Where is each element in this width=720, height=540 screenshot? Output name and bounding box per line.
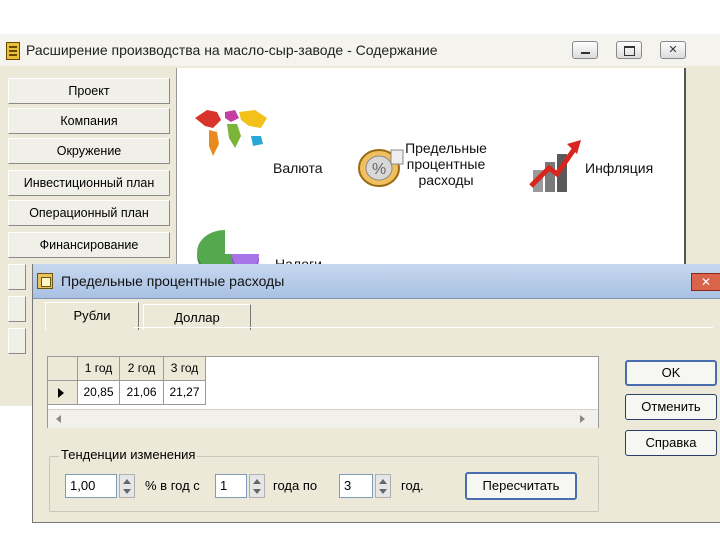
grid-header-year1[interactable]: 1 год bbox=[78, 357, 120, 381]
dialog-close-button[interactable]: ✕ bbox=[691, 273, 720, 291]
nav-item-company[interactable]: Компания bbox=[8, 108, 170, 134]
interest-dialog: Предельные процентные расходы ✕ Рубли До… bbox=[32, 264, 720, 523]
nav-item-project[interactable]: Проект bbox=[8, 78, 170, 104]
world-map-icon[interactable] bbox=[191, 104, 271, 160]
from-year-input[interactable]: 1 bbox=[215, 474, 247, 498]
tile-label-interest[interactable]: Предельные процентные расходы bbox=[401, 140, 491, 188]
tile-label-inflation[interactable]: Инфляция bbox=[585, 160, 653, 176]
ok-button[interactable]: OK bbox=[625, 360, 717, 386]
close-button[interactable] bbox=[660, 41, 686, 59]
dialog-title-bar: Предельные процентные расходы ✕ bbox=[33, 264, 720, 299]
main-title-bar: Расширение производства на масло-сыр-зав… bbox=[0, 34, 720, 66]
minimize-button[interactable] bbox=[572, 41, 598, 59]
nav-item-hidden-1[interactable] bbox=[8, 264, 26, 290]
tab-rubles[interactable]: Рубли bbox=[45, 302, 139, 330]
nav-item-financing[interactable]: Финансирование bbox=[8, 232, 170, 258]
grid-header-year2[interactable]: 2 год bbox=[120, 357, 164, 381]
coin-percent-icon[interactable]: % bbox=[357, 144, 407, 188]
scroll-left-icon[interactable] bbox=[56, 415, 61, 423]
from-year-label: года по bbox=[273, 478, 318, 493]
help-button[interactable]: Справка bbox=[625, 430, 717, 456]
tile-label-interest-line3: расходы bbox=[418, 172, 474, 188]
rates-grid[interactable]: 1 год 2 год 3 год 20,85 21,06 21,27 bbox=[47, 356, 599, 428]
grid-cell-year1[interactable]: 20,85 bbox=[78, 381, 120, 405]
to-year-spinner[interactable] bbox=[375, 474, 391, 498]
grid-horizontal-scrollbar[interactable] bbox=[48, 409, 598, 428]
dialog-app-icon bbox=[37, 273, 53, 289]
grid-corner-cell bbox=[48, 357, 78, 381]
nav-item-hidden-3[interactable] bbox=[8, 328, 26, 354]
tile-label-interest-line1: Предельные bbox=[405, 140, 487, 156]
to-year-input[interactable]: 3 bbox=[339, 474, 373, 498]
grid-row-header bbox=[48, 381, 78, 405]
from-year-spinner[interactable] bbox=[249, 474, 265, 498]
svg-text:%: % bbox=[372, 161, 386, 178]
recalculate-button[interactable]: Пересчитать bbox=[465, 472, 577, 500]
nav-item-environment[interactable]: Окружение bbox=[8, 138, 170, 164]
nav-item-operating-plan[interactable]: Операционный план bbox=[8, 200, 170, 226]
tile-label-currency[interactable]: Валюта bbox=[273, 160, 323, 176]
nav-item-hidden-2[interactable] bbox=[8, 296, 26, 322]
rate-input[interactable]: 1,00 bbox=[65, 474, 117, 498]
app-document-icon bbox=[6, 42, 20, 60]
rate-unit-label: % в год с bbox=[145, 478, 200, 493]
scroll-right-icon[interactable] bbox=[580, 415, 585, 423]
trend-group-legend: Тенденции изменения bbox=[59, 447, 198, 462]
dialog-title: Предельные процентные расходы bbox=[61, 273, 285, 289]
tile-label-interest-line2: процентные bbox=[406, 156, 486, 172]
to-year-label: год. bbox=[401, 478, 424, 493]
grid-cell-year3[interactable]: 21,27 bbox=[164, 381, 206, 405]
cancel-button[interactable]: Отменить bbox=[625, 394, 717, 420]
rate-spinner[interactable] bbox=[119, 474, 135, 498]
currency-tabs: Рубли Доллар bbox=[39, 302, 719, 330]
main-window-title: Расширение производства на масло-сыр-зав… bbox=[26, 42, 438, 58]
nav-item-investment-plan[interactable]: Инвестиционный план bbox=[8, 170, 170, 196]
current-row-icon bbox=[58, 388, 64, 398]
inflation-chart-icon[interactable] bbox=[527, 134, 583, 198]
grid-cell-year2[interactable]: 21,06 bbox=[120, 381, 164, 405]
maximize-button[interactable] bbox=[616, 41, 642, 59]
grid-header-year3[interactable]: 3 год bbox=[164, 357, 206, 381]
tab-divider bbox=[133, 327, 713, 328]
